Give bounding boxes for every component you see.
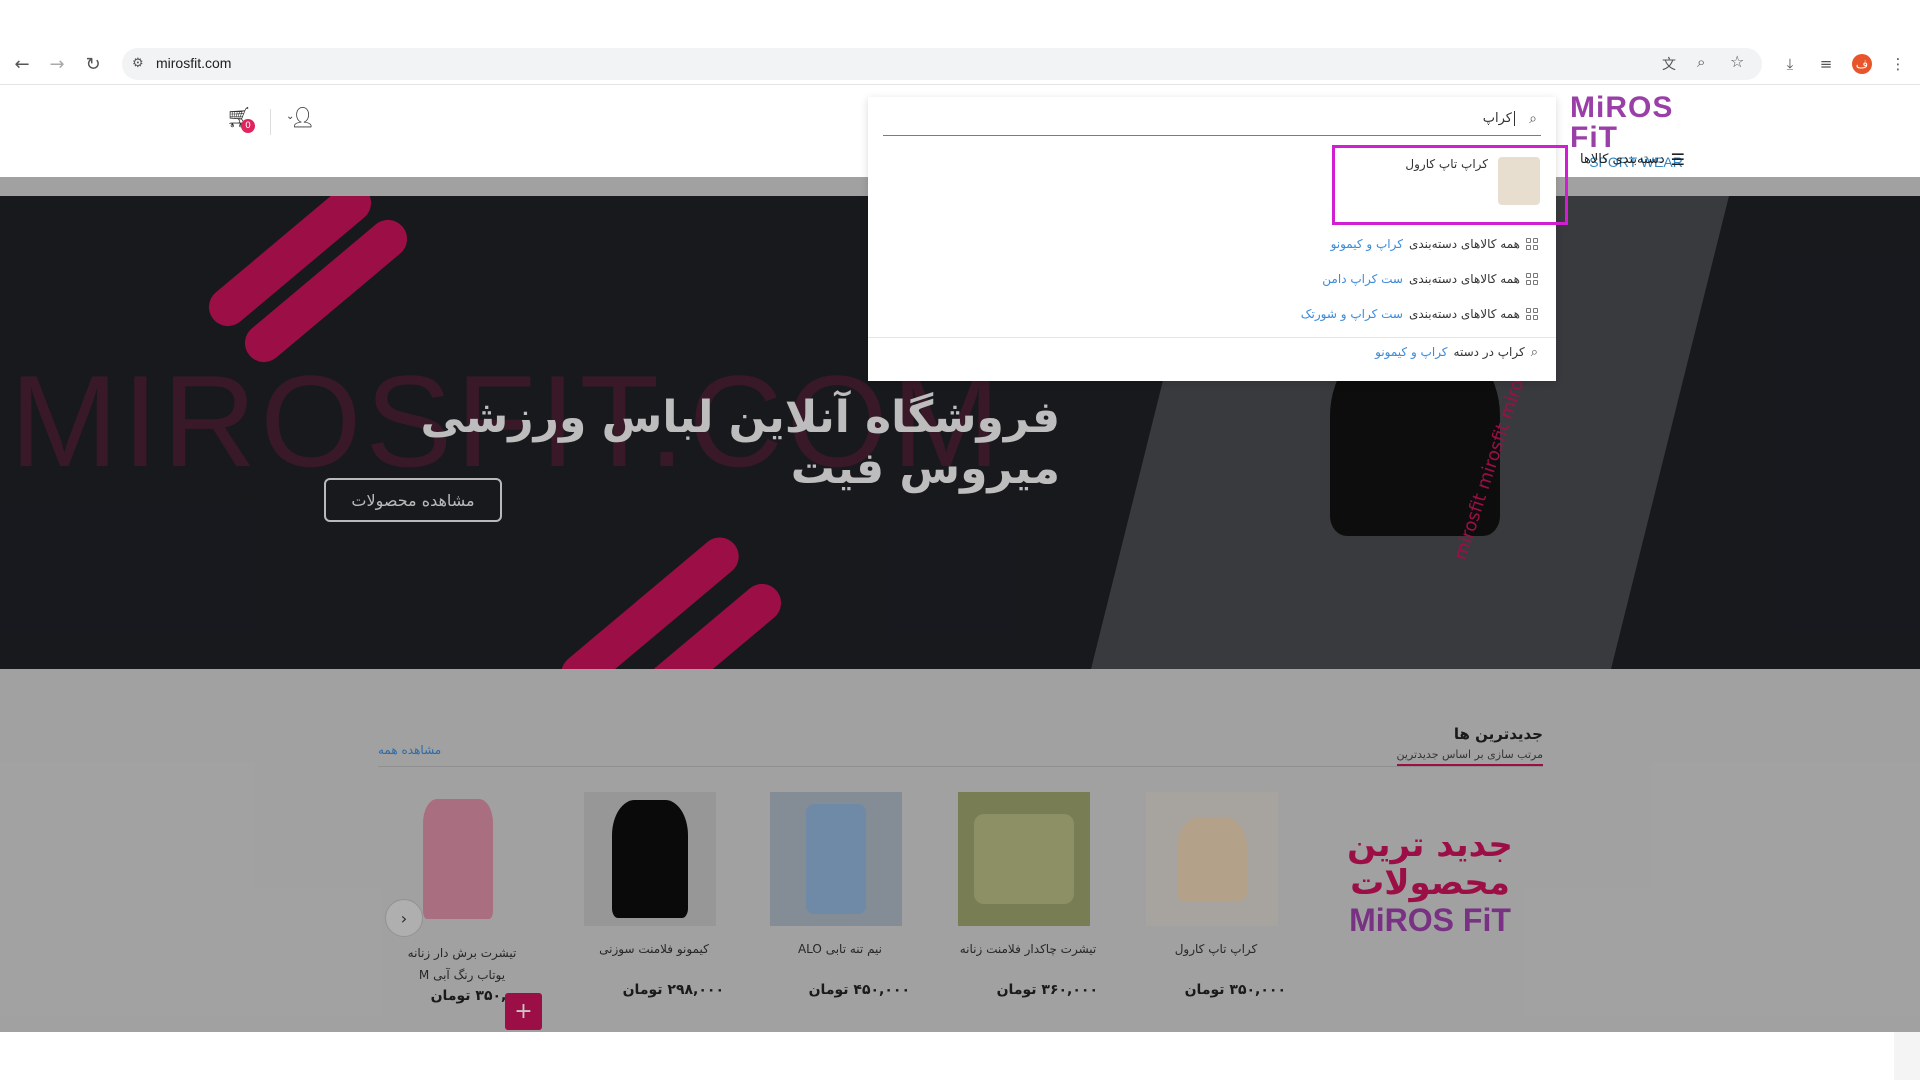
- divider: [270, 109, 271, 135]
- forward-icon[interactable]: →: [45, 52, 69, 76]
- row-category: ست کراپ و شورتک: [1300, 307, 1403, 321]
- media-icon[interactable]: ≡: [1814, 52, 1838, 76]
- results-divider: [868, 337, 1556, 338]
- chevron-down-icon[interactable]: ⌄: [286, 111, 294, 122]
- menu-icon[interactable]: ⋮: [1886, 52, 1910, 76]
- category-result-row[interactable]: همه کالاهای دسته‌بندی ست کراپ و شورتک: [1301, 303, 1538, 325]
- search-icon: ⌕: [1530, 344, 1538, 360]
- row-category: ست کراپ دامن: [1322, 272, 1403, 286]
- product-result-thumbnail: [1498, 157, 1540, 205]
- zoom-icon[interactable]: ⌕: [1697, 53, 1705, 71]
- search-query: کراپ: [1483, 111, 1515, 126]
- logo-main: MiROS FiT: [1570, 91, 1674, 154]
- url-text: mirosfit.com: [156, 55, 232, 71]
- grid-icon: [1526, 308, 1538, 320]
- address-bar[interactable]: ⚙ mirosfit.com 文 ⌕ ☆: [122, 48, 1762, 80]
- categories-menu[interactable]: ☰ دسته‌بندی کالاها: [1580, 150, 1685, 169]
- grid-icon: [1526, 238, 1538, 250]
- search-dropdown: ⌕ کراپ کراپ تاپ کارول همه کالاهای دسته‌ب…: [868, 97, 1568, 381]
- grid-icon: [1526, 273, 1538, 285]
- cart-badge: 0: [241, 119, 255, 133]
- scrollbar[interactable]: [1894, 1032, 1920, 1080]
- bookmark-star-icon[interactable]: ☆: [1730, 52, 1744, 71]
- search-icon[interactable]: ⌕: [1529, 111, 1537, 127]
- profile-avatar[interactable]: ف: [1852, 54, 1872, 74]
- categories-label: دسته‌بندی کالاها: [1580, 152, 1665, 167]
- category-result-row[interactable]: همه کالاهای دسته‌بندی ست کراپ دامن: [1322, 268, 1538, 290]
- browser-toolbar: ← → ↻ ⚙ mirosfit.com 文 ⌕ ☆ ⤓ ≡ ف ⋮: [0, 44, 1920, 85]
- row-category: کراپ و کیمونو: [1330, 237, 1403, 251]
- product-result[interactable]: کراپ تاپ کارول: [1348, 149, 1540, 215]
- site-info-icon[interactable]: ⚙: [132, 56, 144, 71]
- tab-strip: [0, 0, 1920, 44]
- row-category: کراپ و کیمونو: [1375, 345, 1448, 359]
- hamburger-icon: ☰: [1670, 150, 1685, 169]
- product-result-name: کراپ تاپ کارول: [1405, 157, 1488, 171]
- downloads-icon[interactable]: ⤓: [1778, 52, 1802, 76]
- row-prefix: همه کالاهای دسته‌بندی: [1408, 307, 1520, 321]
- back-icon[interactable]: ←: [10, 52, 34, 76]
- translate-icon[interactable]: 文: [1662, 54, 1676, 74]
- reload-icon[interactable]: ↻: [81, 52, 105, 76]
- search-input[interactable]: ⌕ کراپ: [883, 105, 1541, 136]
- page-footer-strip: [0, 1032, 1894, 1080]
- category-result-row[interactable]: همه کالاهای دسته‌بندی کراپ و کیمونو: [1331, 233, 1538, 255]
- row-prefix: کراپ در دسته: [1453, 345, 1525, 359]
- row-prefix: همه کالاهای دسته‌بندی: [1408, 272, 1520, 286]
- row-prefix: همه کالاهای دسته‌بندی: [1408, 237, 1520, 251]
- search-in-category-row[interactable]: ⌕ کراپ در دسته کراپ و کیمونو: [1375, 341, 1538, 363]
